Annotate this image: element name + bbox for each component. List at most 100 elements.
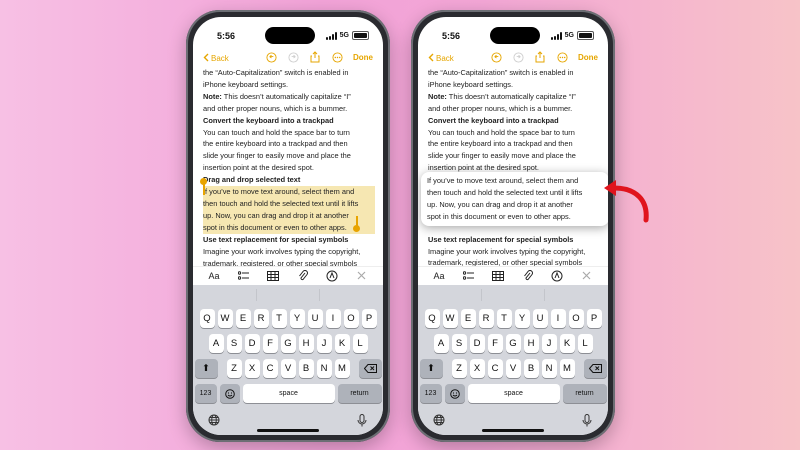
space-key[interactable]: space [467, 384, 560, 403]
done-button[interactable]: Done [353, 53, 373, 62]
key[interactable]: N [316, 359, 332, 378]
key[interactable]: S [451, 334, 467, 353]
note-line: iPhone keyboard settings. [428, 79, 514, 89]
key[interactable]: V [505, 359, 521, 378]
key[interactable]: A [433, 334, 449, 353]
table-icon[interactable] [266, 269, 280, 283]
key[interactable]: D [469, 334, 485, 353]
key[interactable]: D [244, 334, 260, 353]
emoji-key[interactable] [219, 384, 240, 403]
back-button[interactable]: Back [428, 53, 454, 64]
key[interactable]: K [334, 334, 350, 353]
note-body[interactable]: the “Auto-Capitalization” switch is enab… [428, 67, 600, 269]
key[interactable]: O [568, 309, 584, 328]
format-button[interactable]: Aa [432, 269, 446, 283]
key[interactable]: I [550, 309, 566, 328]
checklist-icon[interactable] [462, 269, 476, 283]
key-row-1: Q W E R T Y U I O P [418, 309, 608, 328]
key[interactable]: X [469, 359, 485, 378]
shift-key[interactable]: ⬆︎ [419, 359, 443, 378]
close-icon[interactable] [580, 269, 594, 283]
key[interactable]: I [325, 309, 341, 328]
key[interactable]: W [217, 309, 233, 328]
key[interactable]: Q [424, 309, 440, 328]
key[interactable]: C [262, 359, 278, 378]
redo-icon[interactable] [512, 51, 524, 63]
key[interactable]: V [280, 359, 296, 378]
key[interactable]: U [532, 309, 548, 328]
key[interactable]: M [559, 359, 575, 378]
key[interactable]: Z [226, 359, 242, 378]
redo-icon[interactable] [287, 51, 299, 63]
key[interactable]: W [442, 309, 458, 328]
space-key[interactable]: space [242, 384, 335, 403]
key[interactable]: P [586, 309, 602, 328]
key[interactable]: R [478, 309, 494, 328]
key[interactable]: C [487, 359, 503, 378]
key[interactable]: L [352, 334, 368, 353]
undo-icon[interactable] [490, 51, 502, 63]
lifted-text-preview[interactable]: If you’ve to move text around, select th… [421, 172, 608, 226]
key[interactable]: G [505, 334, 521, 353]
key[interactable]: P [361, 309, 377, 328]
numbers-key[interactable]: 123 [194, 384, 217, 403]
key[interactable]: U [307, 309, 323, 328]
key[interactable]: Z [451, 359, 467, 378]
key[interactable]: H [298, 334, 314, 353]
key[interactable]: F [262, 334, 278, 353]
key[interactable]: L [577, 334, 593, 353]
attachment-icon[interactable] [296, 269, 310, 283]
attachment-icon[interactable] [521, 269, 535, 283]
key[interactable]: G [280, 334, 296, 353]
markup-icon[interactable] [550, 269, 564, 283]
key[interactable]: T [496, 309, 512, 328]
more-icon[interactable] [556, 51, 568, 63]
key[interactable]: R [253, 309, 269, 328]
back-button[interactable]: Back [203, 53, 229, 64]
key[interactable]: X [244, 359, 260, 378]
selection-end-handle[interactable] [353, 225, 360, 232]
shift-key[interactable]: ⬆︎ [194, 359, 218, 378]
key[interactable]: Y [289, 309, 305, 328]
key[interactable]: E [460, 309, 476, 328]
globe-icon[interactable] [207, 413, 221, 427]
undo-icon[interactable] [265, 51, 277, 63]
return-key[interactable]: return [337, 384, 382, 403]
note-body[interactable]: the “Auto-Capitalization” switch is enab… [203, 67, 375, 269]
key[interactable]: B [523, 359, 539, 378]
numbers-key[interactable]: 123 [419, 384, 442, 403]
key[interactable]: Q [199, 309, 215, 328]
more-icon[interactable] [331, 51, 343, 63]
key[interactable]: K [559, 334, 575, 353]
emoji-key[interactable] [444, 384, 465, 403]
share-icon[interactable] [534, 51, 546, 63]
done-button[interactable]: Done [578, 53, 598, 62]
close-icon[interactable] [355, 269, 369, 283]
key[interactable]: F [487, 334, 503, 353]
key[interactable]: B [298, 359, 314, 378]
key[interactable]: T [271, 309, 287, 328]
selected-text[interactable]: If you’ve to move text around, select th… [203, 186, 375, 234]
key[interactable]: M [334, 359, 350, 378]
key[interactable]: J [316, 334, 332, 353]
table-icon[interactable] [491, 269, 505, 283]
key[interactable]: O [343, 309, 359, 328]
key[interactable]: Y [514, 309, 530, 328]
globe-icon[interactable] [432, 413, 446, 427]
return-key[interactable]: return [562, 384, 607, 403]
share-icon[interactable] [309, 51, 321, 63]
microphone-icon[interactable] [580, 413, 594, 427]
key[interactable]: A [208, 334, 224, 353]
delete-key[interactable] [358, 359, 382, 378]
key[interactable]: N [541, 359, 557, 378]
delete-key[interactable] [583, 359, 607, 378]
key[interactable]: S [226, 334, 242, 353]
markup-icon[interactable] [325, 269, 339, 283]
checklist-icon[interactable] [237, 269, 251, 283]
key[interactable]: E [235, 309, 251, 328]
microphone-icon[interactable] [355, 413, 369, 427]
key[interactable]: H [523, 334, 539, 353]
format-button[interactable]: Aa [207, 269, 221, 283]
key[interactable]: J [541, 334, 557, 353]
emoji-icon [224, 388, 235, 399]
